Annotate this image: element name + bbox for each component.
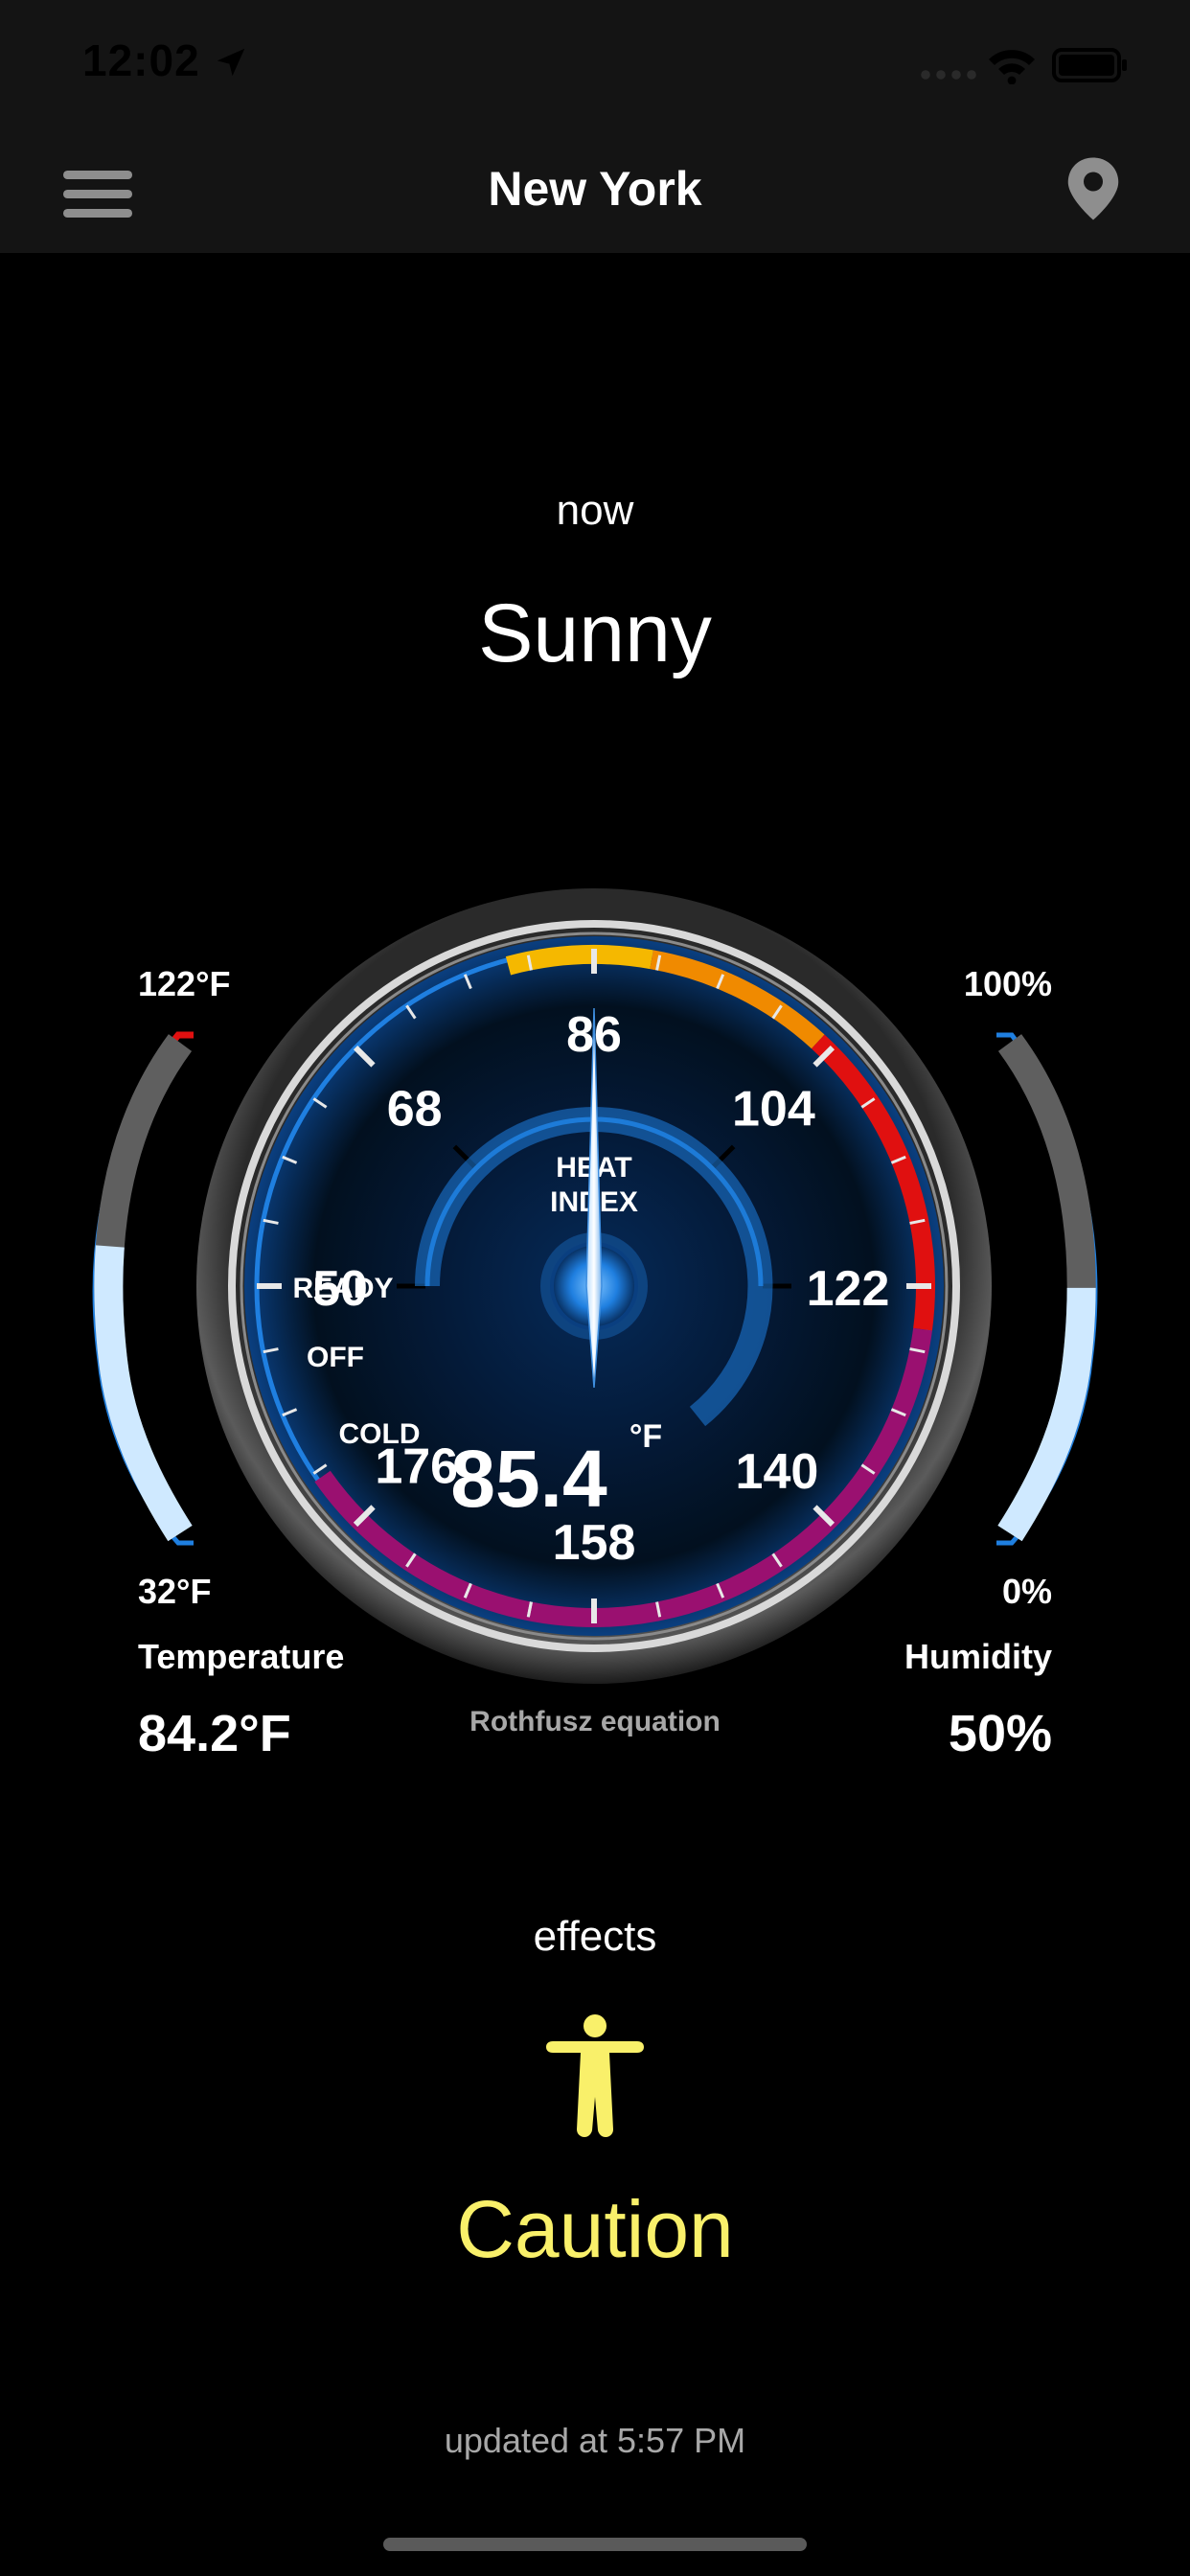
heat-index-unit: °F — [629, 1418, 662, 1455]
city-title: New York — [488, 162, 702, 216]
zone-label-off: OFF — [307, 1342, 364, 1373]
humidity-title: Humidity — [904, 1637, 1052, 1676]
person-icon — [546, 2014, 644, 2137]
heat-index-value: 85.4 — [450, 1434, 607, 1524]
map-pin-icon[interactable] — [1064, 155, 1123, 222]
equation-label: Rothfusz equation — [469, 1706, 721, 1737]
weather-condition: Sunny — [478, 587, 712, 679]
humidity-bar — [996, 1032, 1098, 1546]
app-root: 12:02 New York now Sunny 50 68 104 122 1… — [0, 0, 1190, 2576]
zone-label-ready: READY — [292, 1273, 393, 1304]
tick-label-140: 140 — [736, 1444, 819, 1500]
updated-timestamp: updated at 5:57 PM — [444, 2421, 746, 2460]
temperature-bar — [92, 1031, 194, 1546]
humidity-min-label: 0% — [1001, 1572, 1052, 1611]
location-arrow-icon — [217, 48, 245, 77]
tick-label-104: 104 — [732, 1082, 815, 1138]
cellular-signal-icon — [921, 70, 976, 80]
status-bar: 12:02 — [0, 0, 1190, 126]
humidity-max-label: 100% — [963, 964, 1052, 1003]
wifi-icon — [989, 50, 1035, 84]
battery-icon — [1052, 48, 1127, 82]
tick-label-68: 68 — [387, 1082, 443, 1138]
zone-label-cold: COLD — [339, 1418, 421, 1450]
effect-level: Caution — [456, 2184, 734, 2274]
navigation-bar: New York — [0, 126, 1190, 253]
temperature-max-label: 122°F — [138, 964, 231, 1003]
home-indicator[interactable] — [383, 2538, 807, 2551]
temperature-min-label: 32°F — [138, 1572, 212, 1611]
status-time: 12:02 — [82, 35, 200, 85]
now-label: now — [556, 487, 634, 534]
effects-label: effects — [533, 1913, 657, 1960]
temperature-title: Temperature — [138, 1637, 345, 1676]
tick-label-122: 122 — [807, 1261, 890, 1317]
